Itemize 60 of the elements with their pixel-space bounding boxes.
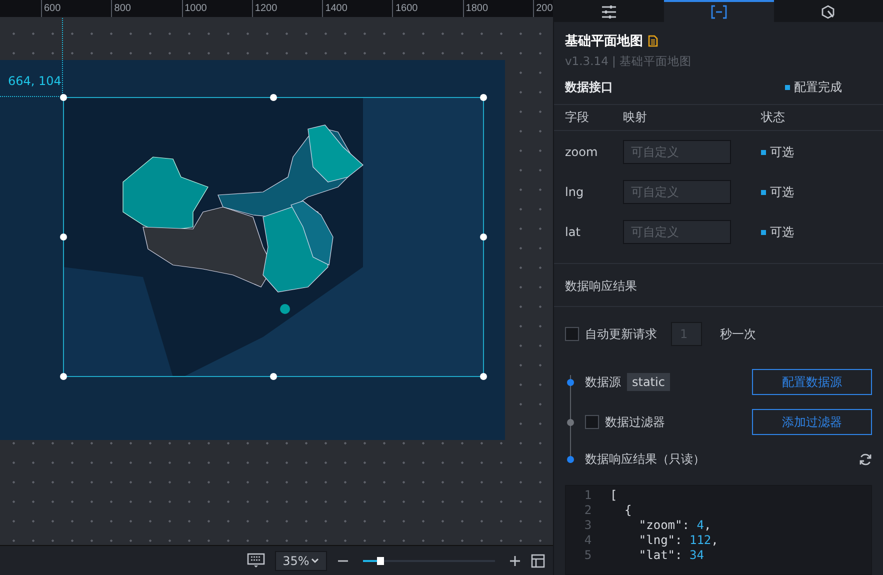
- component-title: 基础平面地图: [565, 32, 643, 50]
- panel-tab[interactable]: [774, 0, 883, 22]
- bracket-icon: [710, 4, 726, 19]
- mapping-field[interactable]: 可自定义: [623, 140, 731, 164]
- status-text: 可选: [770, 184, 794, 200]
- ruler-label: 1800: [462, 0, 534, 17]
- caret-icon: [311, 558, 320, 564]
- ruler-label: 1600: [392, 0, 463, 17]
- code-line: "lng": 112,: [638, 533, 720, 548]
- source-tag: static: [627, 373, 670, 391]
- status-text: 配置完成: [794, 78, 842, 96]
- interval-unit: 秒一次: [720, 326, 756, 342]
- line-number: 2: [584, 503, 592, 518]
- code-line: [: [610, 488, 618, 503]
- code-line: "lat": 34: [638, 548, 705, 563]
- keyboard-icon[interactable]: [247, 553, 265, 568]
- ruler-label: 800: [111, 0, 182, 17]
- zoom-in-icon[interactable]: [509, 554, 521, 566]
- selected-map-drawing[interactable]: [60, 94, 487, 380]
- sliders-icon: [600, 4, 617, 19]
- column-header: 字段: [565, 108, 590, 126]
- add-filter-button[interactable]: 添加过滤器: [752, 409, 872, 435]
- field-name: lat: [565, 225, 582, 239]
- column-header: 状态: [761, 108, 786, 126]
- section-title: 数据响应结果: [565, 279, 637, 293]
- step-label: 数据过滤器: [605, 414, 665, 430]
- configure-source-button[interactable]: 配置数据源: [752, 369, 872, 395]
- line-number: 5: [584, 548, 592, 563]
- field-name: zoom: [565, 145, 599, 159]
- ruler-label: 1200: [252, 0, 322, 17]
- step-label: 数据源: [585, 374, 621, 390]
- refresh-icon[interactable]: [859, 452, 872, 466]
- ruler-label: 1400: [322, 0, 392, 17]
- line-number: 1: [584, 488, 592, 503]
- column-header: 映射: [623, 108, 648, 126]
- status-text: 可选: [770, 224, 794, 240]
- ruler-label: 600: [41, 0, 112, 17]
- panel-tab[interactable]: [664, 0, 774, 22]
- field-name: lng: [565, 185, 585, 199]
- layout-icon[interactable]: [531, 554, 545, 568]
- panel-tab[interactable]: [554, 0, 664, 22]
- slider-thumb[interactable]: [377, 556, 384, 564]
- line-number: 3: [584, 518, 592, 533]
- step-label: 数据响应结果（只读）: [585, 450, 705, 468]
- document-icon[interactable]: [648, 34, 658, 47]
- version-text: v1.3.14 | 基础平面地图: [565, 54, 693, 69]
- ruler-label: 1000: [182, 0, 252, 17]
- line-number: 4: [584, 533, 592, 548]
- code-editor[interactable]: 1 2 3 4 5 [ { "zoom": 4, "lng": 112, "lat": 34: [565, 485, 872, 575]
- status-text: 可选: [770, 144, 794, 160]
- mapping-field[interactable]: 可自定义: [623, 220, 731, 244]
- position-label: 664, 104: [8, 74, 62, 88]
- code-line: "zoom": 4,: [638, 518, 712, 533]
- checkbox-label: 自动更新请求: [585, 326, 657, 342]
- section-title: 数据接口: [565, 78, 613, 96]
- mapping-field[interactable]: 可自定义: [623, 180, 731, 204]
- zoom-select[interactable]: 35%: [275, 550, 327, 570]
- checkbox[interactable]: [585, 415, 599, 429]
- code-line: {: [623, 503, 633, 518]
- checkbox[interactable]: [565, 327, 579, 341]
